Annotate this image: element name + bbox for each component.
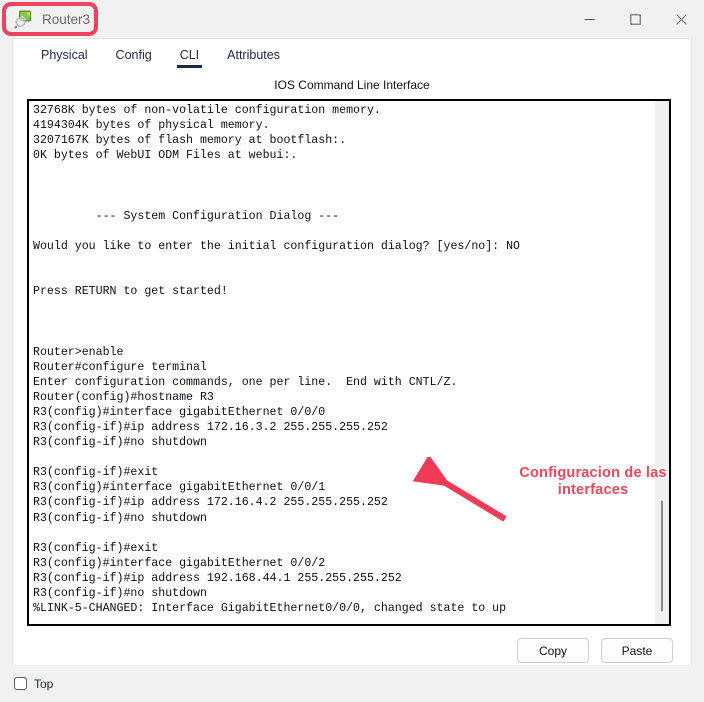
tab-config[interactable]: Config <box>102 48 166 68</box>
terminal-line: %LINK-5-CHANGED: Interface GigabitEthern… <box>33 602 507 616</box>
tab-cli[interactable]: CLI <box>166 48 213 68</box>
tab-physical[interactable]: Physical <box>27 48 102 68</box>
terminal-line: R3(config)#interface gigabitEthernet 0/0… <box>33 405 326 419</box>
window-titlebar: Router3 <box>0 0 704 38</box>
terminal-line: R3(config-if)#no shutdown <box>33 436 207 450</box>
terminal-line: R3(config-if)#no shutdown <box>33 587 207 600</box>
maximize-button[interactable] <box>612 0 658 38</box>
terminal-line: Router(config)#hostname R3 <box>33 390 214 404</box>
cli-output: 32768K bytes of non-volatile configurati… <box>29 101 655 624</box>
terminal-scrollbar-thumb[interactable] <box>661 501 663 611</box>
terminal-line: Would you like to enter the initial conf… <box>33 239 521 253</box>
terminal-line: R3(config-if)#ip address 192.168.44.1 25… <box>33 571 402 585</box>
terminal-line: R3(config-if)#exit <box>33 466 159 480</box>
paste-button[interactable]: Paste <box>601 638 673 663</box>
window-title-tab[interactable]: Router3 <box>0 0 106 38</box>
window-title: Router3 <box>42 11 91 27</box>
window-controls <box>566 0 704 38</box>
terminal-line: R3(config-if)#ip address 172.16.4.2 255.… <box>33 496 388 510</box>
window-footer: Top <box>0 665 704 702</box>
terminal-line: R3(config)#interface gigabitEthernet 0/0… <box>33 481 326 495</box>
terminal-line: R3(config)#interface gigabitEthernet 0/0… <box>33 556 326 570</box>
tab-bar: Physical Config CLI Attributes <box>13 39 691 70</box>
packet-tracer-router-icon <box>14 9 34 29</box>
terminal-line: R3(config-if)#exit <box>33 541 159 555</box>
terminal-line: 4194304K bytes of physical memory. <box>33 119 270 133</box>
action-buttons: Copy Paste <box>13 626 691 663</box>
terminal-line: Router#configure terminal <box>33 360 207 374</box>
terminal-line: Enter configuration commands, one per li… <box>33 375 458 389</box>
main-panel: Physical Config CLI Attributes IOS Comma… <box>12 38 692 665</box>
tab-attributes[interactable]: Attributes <box>213 48 294 68</box>
minimize-button[interactable] <box>566 0 612 38</box>
terminal-line: Router>enable <box>33 345 124 359</box>
top-checkbox[interactable] <box>14 677 27 690</box>
cli-window: Router3 Physical Config CLI Attributes I… <box>0 0 704 702</box>
close-button[interactable] <box>658 0 704 38</box>
top-checkbox-label: Top <box>34 676 54 691</box>
terminal-line: R3(config-if)#ip address 172.16.3.2 255.… <box>33 420 388 434</box>
terminal-line: --- System Configuration Dialog --- <box>33 209 340 223</box>
copy-button[interactable]: Copy <box>517 638 589 663</box>
terminal-line: 3207167K bytes of flash memory at bootfl… <box>33 134 347 148</box>
terminal-line: 32768K bytes of non-volatile configurati… <box>33 104 381 117</box>
terminal-scrollbar[interactable] <box>655 101 669 624</box>
terminal-line: 0K bytes of WebUI ODM Files at webui:. <box>33 149 298 163</box>
terminal-line: R3(config-if)#no shutdown <box>33 511 207 525</box>
cli-terminal[interactable]: 32768K bytes of non-volatile configurati… <box>27 99 671 626</box>
section-title: IOS Command Line Interface <box>274 78 430 92</box>
terminal-line: Press RETURN to get started! <box>33 285 228 299</box>
